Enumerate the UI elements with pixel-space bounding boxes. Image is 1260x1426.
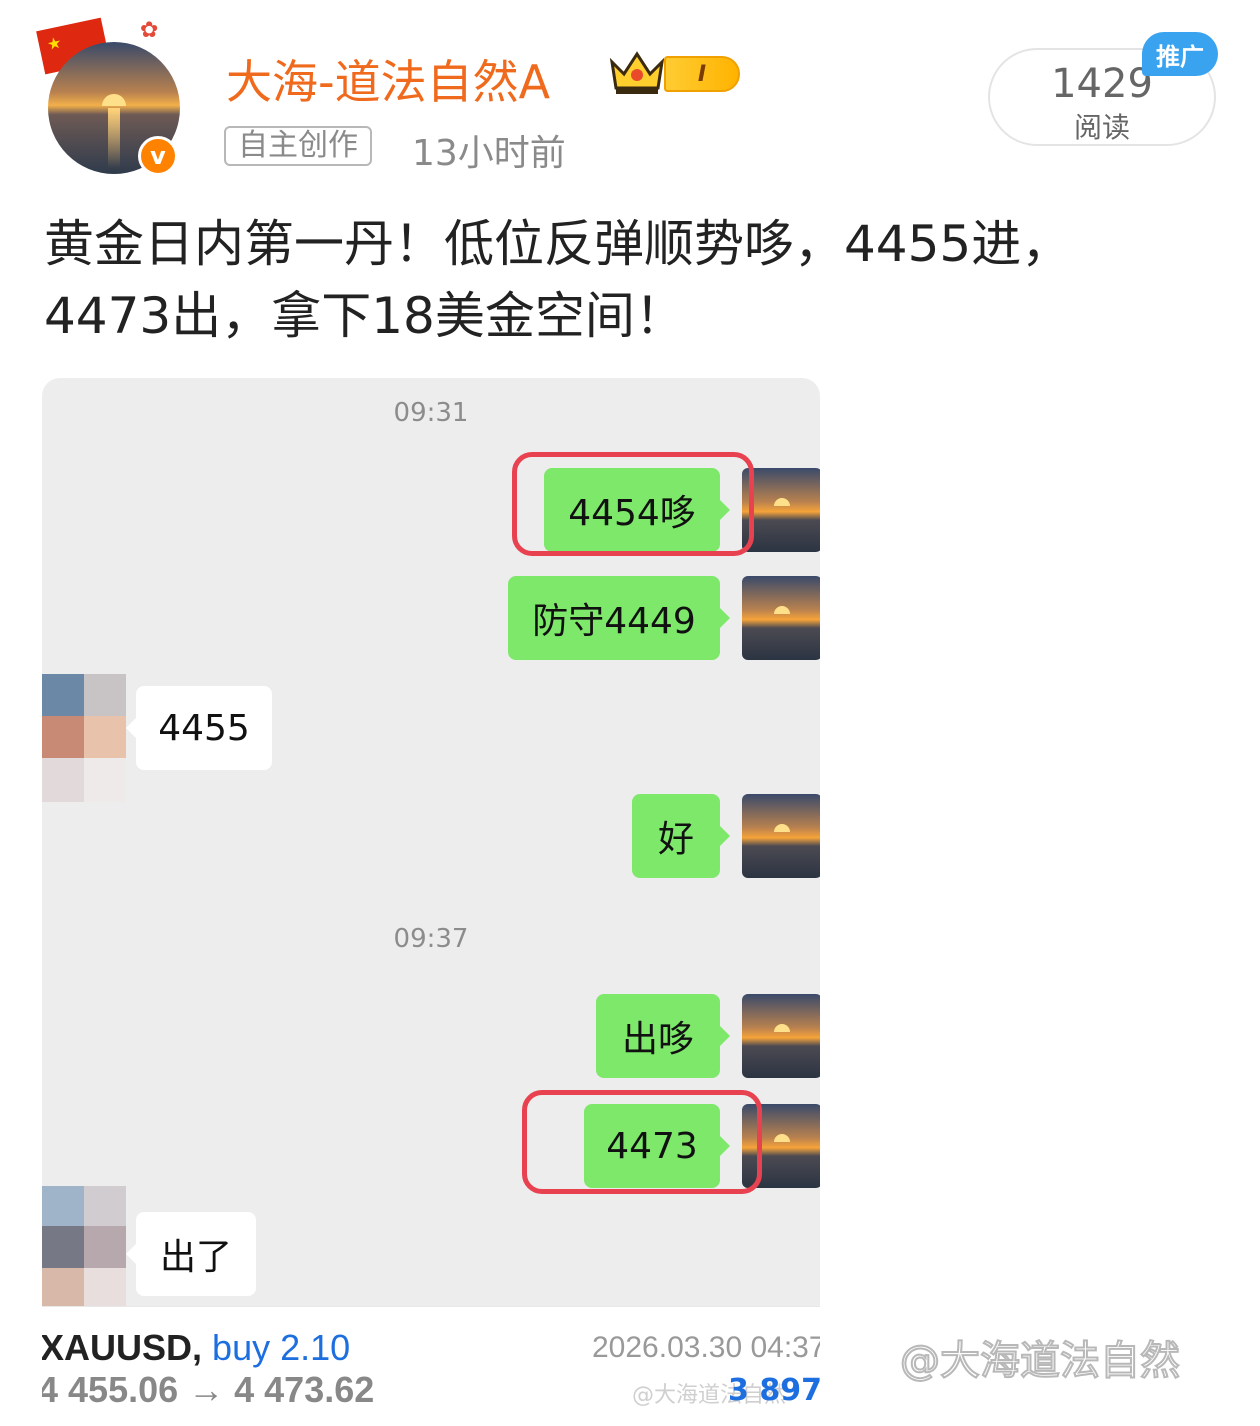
red-highlight-box: [522, 1090, 762, 1194]
avatar: [742, 994, 820, 1078]
avatar: [742, 576, 820, 660]
trade-datetime: 2026.03.30 04:37:06: [592, 1331, 820, 1364]
chat-bubble-mine: 好: [632, 794, 730, 878]
post-time: 13小时前: [412, 133, 566, 174]
verified-icon: v: [138, 136, 178, 176]
post-body: 黄金日内第一丹！低位反弹顺势哆，4455进， 4473出，拿下18美金空间！: [44, 208, 1184, 352]
promote-badge[interactable]: 推广: [1142, 32, 1218, 76]
trade-profit: 3 897.6: [728, 1373, 820, 1408]
crown-icon: [609, 51, 665, 94]
trade-symbol: XAUUSD,: [42, 1327, 203, 1368]
vip-badge[interactable]: I: [608, 48, 744, 98]
chat-bubble-mine: 防守4449: [508, 576, 730, 660]
weibo-watermark: @大海道法自然: [899, 1337, 1181, 1385]
original-tag: 自主创作: [224, 126, 372, 166]
trade-prices: 4 455.06 → 4 473.62: [42, 1369, 375, 1410]
trade-symbol-line: XAUUSD, buy 2.10: [42, 1327, 350, 1369]
chat-bubble-other: 4455: [126, 686, 272, 770]
chat-screenshot[interactable]: 09:31 4454哆 防守4449 4455 好 09:37 出哆 4473 …: [42, 378, 820, 1306]
post-text-line-1: 黄金日内第一丹！低位反弹顺势哆，4455进，: [44, 215, 1072, 273]
red-highlight-box: [512, 452, 754, 556]
trade-side: buy 2.10: [212, 1327, 351, 1368]
chat-bubble-mine: 出哆: [596, 994, 730, 1078]
author-avatar-group[interactable]: ★ ✿ v: [36, 17, 190, 178]
level-badge: I: [664, 56, 740, 92]
trade-record-strip: XAUUSD, buy 2.10 4 455.06 → 4 473.62 202…: [42, 1306, 820, 1426]
post-text-line-2: 4473出，拿下18美金空间！: [44, 287, 685, 345]
avatar: [742, 794, 820, 878]
author-name[interactable]: 大海-道法自然A: [226, 46, 550, 112]
chat-timestamp: 09:37: [393, 924, 469, 954]
bird-decoration-icon: ✿: [140, 18, 159, 43]
chat-timestamp: 09:31: [393, 398, 469, 428]
chat-bubble-other: 出了: [126, 1212, 256, 1296]
read-label: 阅读: [1073, 111, 1130, 144]
